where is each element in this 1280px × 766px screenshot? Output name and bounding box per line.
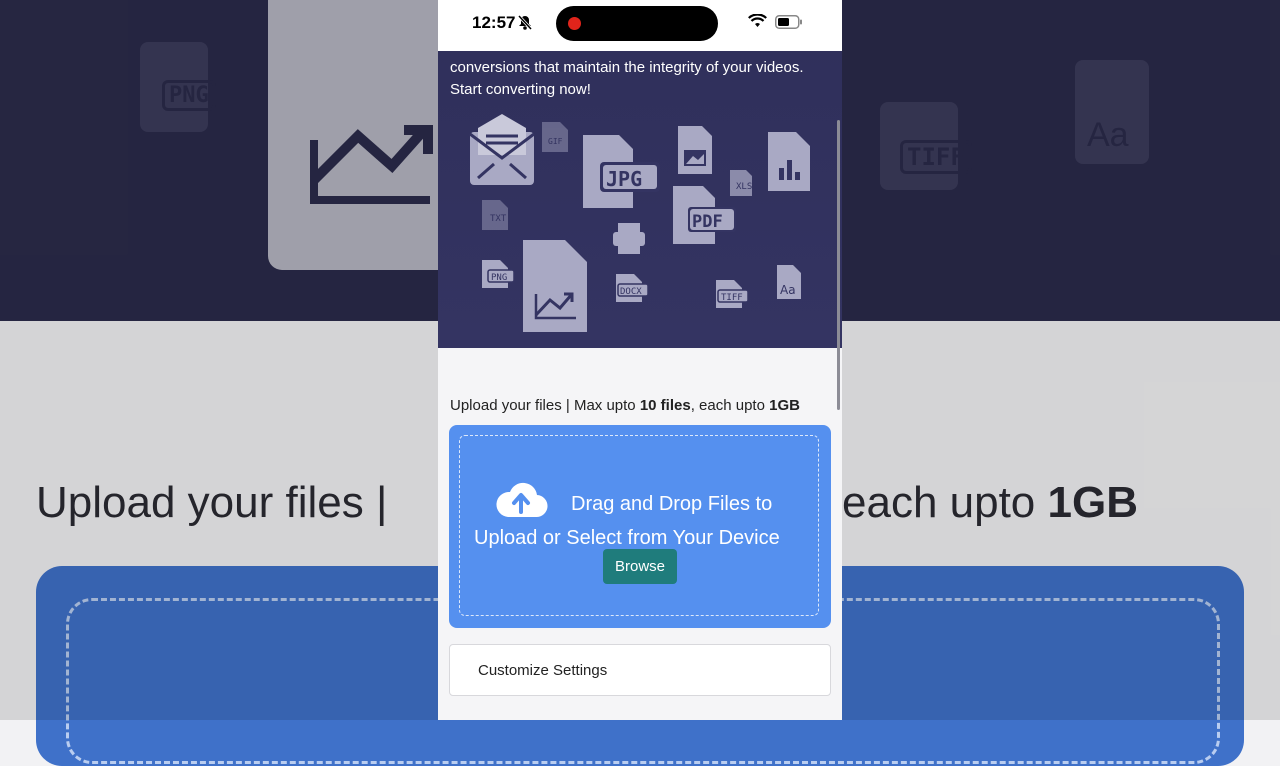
hero-section: conversions that maintain the integrity …	[438, 0, 842, 348]
upload-caption-size-limit: 1GB	[769, 397, 800, 414]
cloud-upload-icon	[496, 482, 548, 518]
upload-caption-text: , each upto	[690, 397, 770, 414]
hero-description: conversions that maintain the integrity …	[450, 57, 830, 101]
font-file-icon: Aa	[777, 265, 801, 299]
svg-text:XLS: XLS	[736, 182, 752, 192]
upload-caption-file-limit: 10 files	[639, 397, 691, 414]
upload-caption-text: Upload your files | Max upto	[450, 397, 640, 414]
hero-file-illustration: GIF JPG XLS TXT PDF PNG DOCX TIFF Aa	[469, 114, 810, 332]
recording-indicator-icon	[568, 17, 581, 30]
customize-settings-toggle[interactable]: Customize Settings	[449, 644, 831, 696]
pdf-file-icon: PDF	[673, 186, 736, 244]
svg-text:Aa: Aa	[780, 283, 796, 297]
bell-slash-icon	[518, 15, 532, 30]
dropzone-instruction: Upload or Select from Your Device	[474, 527, 780, 549]
dropzone-border: Drag and Drop Files to Upload or Select …	[459, 435, 819, 616]
svg-text:PDF: PDF	[692, 212, 723, 232]
svg-text:TIFF: TIFF	[721, 293, 743, 303]
battery-icon	[775, 15, 802, 29]
gif-file-icon: GIF	[542, 122, 568, 152]
dropzone-instruction: Drag and Drop Files to	[571, 493, 773, 515]
svg-text:JPG: JPG	[606, 167, 642, 191]
phone-screen: conversions that maintain the integrity …	[438, 0, 842, 720]
jpg-file-icon: JPG	[583, 135, 660, 208]
svg-text:TXT: TXT	[490, 214, 507, 224]
upload-section: Upload your files | Max upto 10 files, e…	[438, 348, 842, 720]
customize-settings-label: Customize Settings	[478, 662, 608, 679]
hero-description-line: conversions that maintain the integrity …	[450, 59, 804, 76]
image-file-icon	[678, 126, 712, 174]
status-time: 12:57	[472, 13, 516, 32]
file-dropzone[interactable]: Drag and Drop Files to Upload or Select …	[449, 425, 831, 628]
svg-text:DOCX: DOCX	[620, 287, 642, 297]
xls-file-icon: XLS	[730, 170, 752, 196]
bar-chart-file-icon	[768, 132, 810, 191]
wifi-icon	[748, 14, 767, 27]
svg-text:PNG: PNG	[491, 273, 507, 283]
mail-icon	[469, 114, 535, 185]
txt-file-icon: TXT	[482, 200, 508, 230]
upload-caption: Upload your files | Max upto 10 files, e…	[450, 397, 800, 414]
svg-text:GIF: GIF	[548, 137, 563, 146]
dynamic-island	[556, 6, 718, 41]
png-file-icon: PNG	[482, 260, 515, 288]
printer-icon	[613, 223, 645, 254]
docx-file-icon: DOCX	[616, 274, 649, 302]
browse-button[interactable]: Browse	[603, 549, 677, 584]
scrollbar[interactable]	[837, 120, 840, 410]
chart-file-icon	[523, 240, 587, 332]
hero-description-line: Start converting now!	[450, 81, 591, 98]
tiff-file-icon: TIFF	[716, 280, 749, 308]
status-bar: 12:57	[438, 0, 842, 51]
